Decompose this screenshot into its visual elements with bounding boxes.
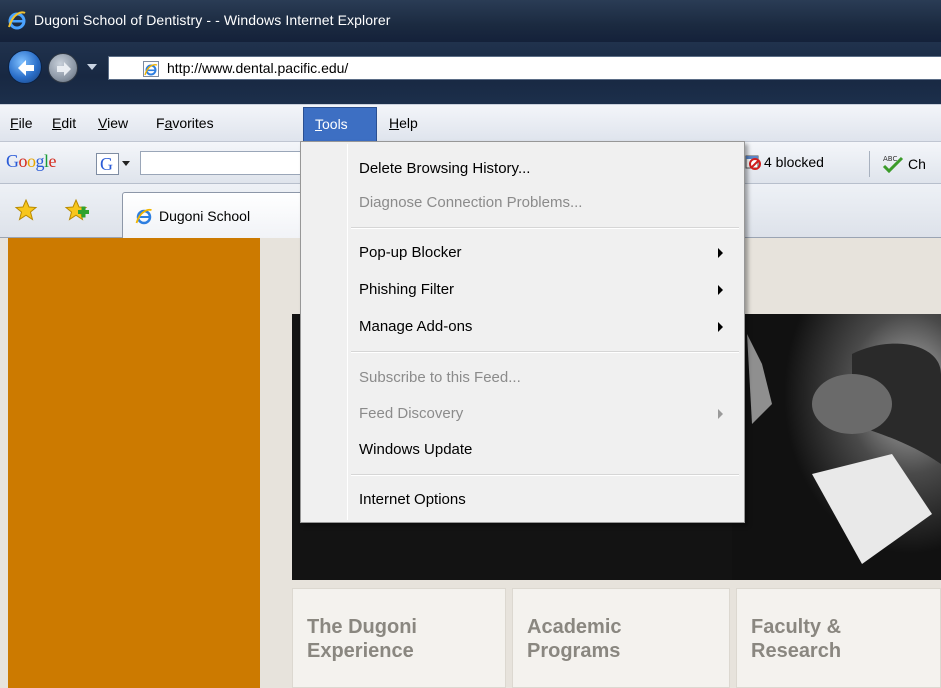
menu-item-label: Feed Discovery <box>359 405 464 422</box>
recent-pages-dropdown[interactable] <box>86 62 98 72</box>
back-button[interactable] <box>8 50 42 84</box>
popup-blocked-icon <box>745 155 761 170</box>
nav-tile-line2: Research <box>751 640 842 662</box>
menu-item-label: Windows Update <box>359 441 473 458</box>
tools-menu: Delete Browsing History... Diagnose Conn… <box>300 141 745 523</box>
menu-item-windows-update[interactable]: Windows Update <box>304 433 741 467</box>
menu-item-label: Subscribe to this Feed... <box>359 369 521 386</box>
back-arrow-icon <box>18 60 34 76</box>
orange-side-panel <box>8 238 260 688</box>
google-logo: Google <box>6 151 56 172</box>
menu-help[interactable]: Help <box>389 115 418 131</box>
submenu-arrow-icon <box>718 248 723 258</box>
menu-separator <box>351 227 739 229</box>
menu-item-popup-blocker[interactable]: Pop-up Blocker <box>304 236 741 270</box>
spellcheck-label: Ch <box>908 156 926 172</box>
submenu-arrow-icon <box>718 322 723 332</box>
menu-item-label: Internet Options <box>359 491 466 508</box>
tab-active[interactable]: Dugoni School <box>122 192 322 238</box>
google-logo-letter: G <box>6 151 19 171</box>
window-title: Dugoni School of Dentistry - - Windows I… <box>34 12 391 28</box>
popup-blocked-button[interactable]: 4 blocked <box>744 153 824 175</box>
menu-item-subscribe-to-feed: Subscribe to this Feed... <box>304 361 741 395</box>
menu-item-label: Diagnose Connection Problems... <box>359 194 583 211</box>
nav-tile-line1: The Dugoni <box>307 616 417 638</box>
forward-button[interactable] <box>48 53 78 83</box>
spellcheck-button[interactable]: ABC Ch <box>880 153 926 173</box>
google-search-menu-button[interactable]: G <box>96 153 134 175</box>
nav-tile-dugoni-experience[interactable]: The Dugoni Experience <box>292 588 506 688</box>
menu-view[interactable]: View <box>98 115 128 131</box>
tab-label: Dugoni School <box>159 208 251 224</box>
nav-tiles: The Dugoni Experience Academic Programs … <box>292 588 941 688</box>
address-bar[interactable]: http://www.dental.pacific.edu/ <box>108 56 941 80</box>
ie-logo-icon <box>8 11 26 30</box>
google-logo-letter: g <box>35 151 45 171</box>
toolbar-separator <box>869 151 870 177</box>
nav-tile-line1: Academic <box>527 616 622 638</box>
menu-bar: File Edit View Favorites Tools Help <box>0 104 941 143</box>
address-url: http://www.dental.pacific.edu/ <box>167 60 349 76</box>
google-logo-letter: e <box>48 151 57 171</box>
menu-item-label: Manage Add-ons <box>359 318 473 335</box>
submenu-arrow-icon <box>718 409 723 419</box>
nav-tile-faculty-research[interactable]: Faculty & Research <box>736 588 941 688</box>
menu-favorites[interactable]: Favorites <box>156 115 214 131</box>
menu-item-internet-options[interactable]: Internet Options <box>304 483 741 517</box>
submenu-arrow-icon <box>718 285 723 295</box>
svg-text:G: G <box>100 154 113 174</box>
nav-tile-line2: Programs <box>527 640 621 662</box>
nav-tile-academic-programs[interactable]: Academic Programs <box>512 588 730 688</box>
menu-separator <box>351 351 739 353</box>
menu-item-diagnose-connection-problems: Diagnose Connection Problems... <box>304 186 741 220</box>
spellcheck-icon-text: ABC <box>883 155 897 163</box>
nav-tile-line1: Faculty & <box>751 616 842 638</box>
menu-item-feed-discovery: Feed Discovery <box>304 397 741 431</box>
add-favorite-icon[interactable] <box>64 198 90 222</box>
menu-item-label: Delete Browsing History... <box>359 160 531 177</box>
title-bar: Dugoni School of Dentistry - - Windows I… <box>0 0 941 42</box>
menu-item-label: Pop-up Blocker <box>359 244 462 261</box>
forward-arrow-icon <box>57 62 71 76</box>
ie-tab-icon <box>135 208 152 225</box>
ie-page-icon <box>143 61 159 77</box>
favorites-star-icon[interactable] <box>14 198 38 222</box>
menu-tools[interactable]: Tools <box>303 107 377 143</box>
menu-edit[interactable]: Edit <box>52 115 76 131</box>
address-row: http://www.dental.pacific.edu/ <box>0 42 941 104</box>
nav-tile-line2: Experience <box>307 640 414 662</box>
google-logo-letter: o <box>18 151 28 171</box>
spellcheck-icon: ABC <box>882 155 904 173</box>
menu-item-delete-browsing-history[interactable]: Delete Browsing History... <box>304 152 741 186</box>
google-logo-letter: o <box>27 151 36 171</box>
google-search-input[interactable] <box>140 151 310 175</box>
menu-item-manage-add-ons[interactable]: Manage Add-ons <box>304 310 741 344</box>
popup-blocked-label: 4 blocked <box>764 154 824 170</box>
menu-item-phishing-filter[interactable]: Phishing Filter <box>304 273 741 307</box>
menu-separator <box>351 474 739 476</box>
menu-item-label: Phishing Filter <box>359 281 455 298</box>
menu-file[interactable]: File <box>10 115 33 131</box>
